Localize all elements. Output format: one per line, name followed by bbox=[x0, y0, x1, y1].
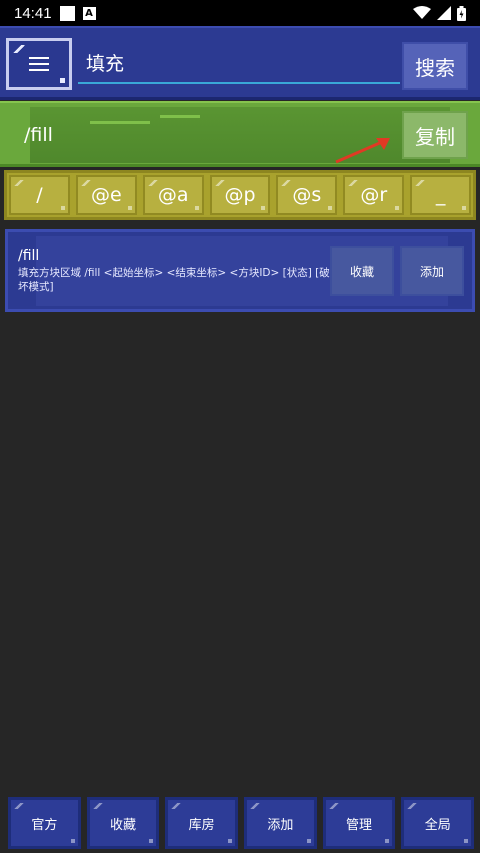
add-button[interactable]: 添加 bbox=[400, 246, 464, 296]
search-button[interactable]: 搜索 bbox=[402, 42, 468, 90]
decoration bbox=[90, 121, 150, 124]
copy-button[interactable]: 复制 bbox=[402, 111, 468, 159]
symbol-key-at-r[interactable]: @r bbox=[343, 175, 405, 215]
a-badge-icon: A bbox=[82, 6, 96, 20]
symbol-key-at-s[interactable]: @s bbox=[276, 175, 338, 215]
nav-favorites[interactable]: 收藏 bbox=[86, 797, 160, 849]
signal-icon bbox=[437, 6, 451, 20]
symbol-key-slash[interactable]: / bbox=[9, 175, 70, 215]
decoration bbox=[160, 115, 200, 118]
nav-library[interactable]: 库房 bbox=[165, 797, 239, 849]
command-text[interactable]: /fill bbox=[24, 124, 53, 146]
result-title: /fill bbox=[18, 248, 40, 264]
nav-global[interactable]: 全局 bbox=[401, 797, 475, 849]
search-bar: 搜索 bbox=[0, 26, 480, 100]
command-bar: /fill 复制 bbox=[0, 101, 480, 167]
red-arrow-icon bbox=[335, 138, 390, 164]
symbol-bar: / @e @a @p @s @r _ bbox=[4, 170, 476, 220]
battery-icon bbox=[457, 5, 466, 21]
nav-manage[interactable]: 管理 bbox=[322, 797, 396, 849]
symbol-key-underscore[interactable]: _ bbox=[410, 175, 472, 215]
symbol-key-at-a[interactable]: @a bbox=[142, 175, 204, 215]
bottom-nav: 官方 收藏 库房 添加 管理 全局 bbox=[8, 797, 475, 849]
symbol-key-at-e[interactable]: @e bbox=[75, 175, 137, 215]
menu-button[interactable] bbox=[6, 38, 72, 90]
favorite-button[interactable]: 收藏 bbox=[330, 246, 394, 296]
nav-official[interactable]: 官方 bbox=[8, 797, 81, 849]
symbol-key-at-p[interactable]: @p bbox=[209, 175, 271, 215]
search-input[interactable] bbox=[78, 42, 400, 84]
wifi-icon bbox=[413, 6, 431, 19]
result-card[interactable]: /fill 填充方块区域 /fill <起始坐标> <结束坐标> <方块ID> … bbox=[5, 229, 475, 312]
hamburger-menu-icon bbox=[29, 57, 49, 71]
nav-add[interactable]: 添加 bbox=[244, 797, 317, 849]
result-description: 填充方块区域 /fill <起始坐标> <结束坐标> <方块ID> [状态] [… bbox=[18, 267, 330, 293]
square-icon bbox=[59, 5, 75, 21]
status-bar: 14:41 A bbox=[0, 0, 480, 26]
status-time: 14:41 bbox=[14, 4, 52, 22]
